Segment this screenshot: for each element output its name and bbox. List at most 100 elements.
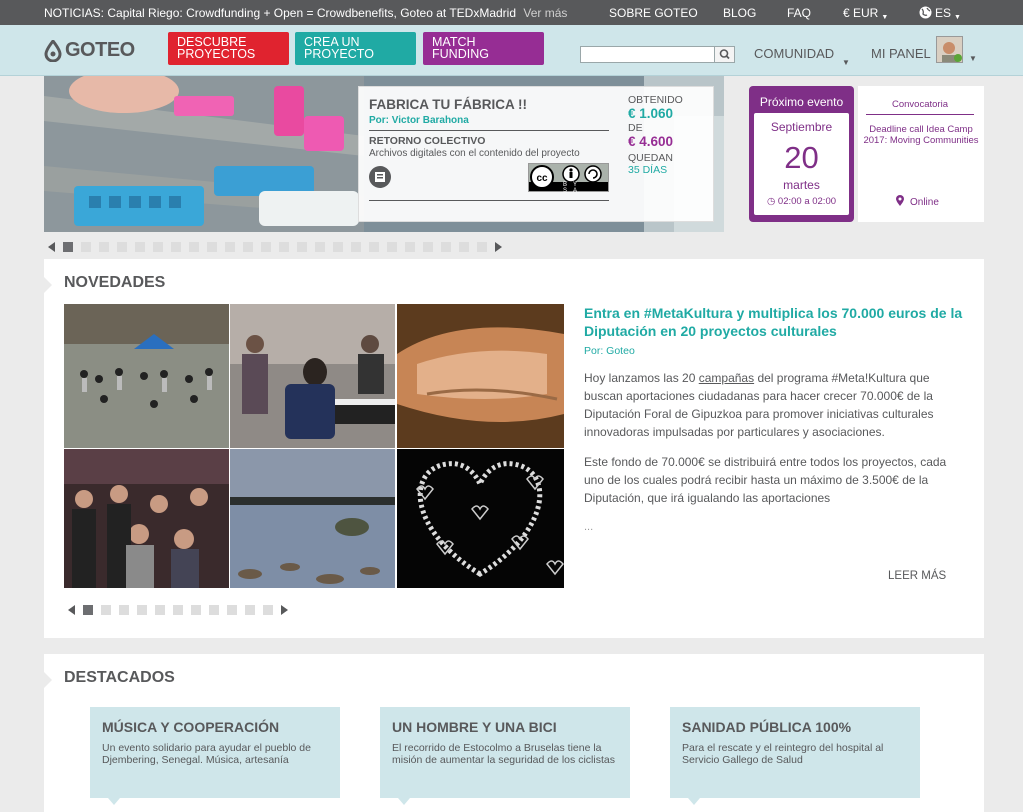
sobre-goteo-link[interactable]: SOBRE GOTEO bbox=[609, 6, 698, 20]
hero-slider-dot[interactable] bbox=[423, 242, 433, 252]
news-slider-dot[interactable] bbox=[191, 605, 201, 615]
event-heading: Próximo evento bbox=[759, 95, 844, 109]
hero-slider-dot[interactable] bbox=[477, 242, 487, 252]
hero-slider-dot[interactable] bbox=[261, 242, 271, 252]
hero-slider-prev-arrow-icon[interactable] bbox=[48, 242, 55, 252]
news-image-mosaic[interactable] bbox=[64, 304, 564, 588]
event-day: 20 bbox=[784, 140, 819, 175]
convocatoria-widget[interactable]: Convocatoria Deadline call Idea Camp 201… bbox=[858, 86, 984, 222]
section-title: NOVEDADES bbox=[64, 274, 166, 291]
hero-slider-dot[interactable] bbox=[207, 242, 217, 252]
news-slider-prev-arrow-icon[interactable] bbox=[68, 605, 75, 615]
featured-card[interactable]: UN HOMBRE Y UNA BICI El recorrido de Est… bbox=[380, 707, 630, 805]
news-more-link[interactable]: Ver más bbox=[523, 6, 567, 20]
chevron-down-icon: ▼ bbox=[881, 14, 889, 21]
card-description: El recorrido de Estocolmo a Bruselas tie… bbox=[392, 742, 615, 766]
featured-card[interactable]: SANIDAD PÚBLICA 100% Para el rescate y e… bbox=[670, 707, 920, 805]
globe-icon bbox=[919, 6, 932, 19]
crea-proyecto-button[interactable]: CREA UN PROYECTO bbox=[295, 32, 416, 65]
hero-slider-dot[interactable] bbox=[189, 242, 199, 252]
event-date-box[interactable]: Septiembre 20 martes ◷ 02:00 a 02:00 bbox=[754, 113, 849, 215]
news-slider-dot[interactable] bbox=[245, 605, 255, 615]
news-slider-dot[interactable] bbox=[101, 605, 111, 615]
hero-slider-dot[interactable] bbox=[351, 242, 361, 252]
news-slider-dot[interactable] bbox=[263, 605, 273, 615]
news-slider-dot[interactable] bbox=[209, 605, 219, 615]
news-headline[interactable]: Entra en #MetaKultura y multiplica los 7… bbox=[584, 304, 969, 340]
chevron-down-icon[interactable]: ▼ bbox=[969, 54, 977, 63]
hero-slider-dot[interactable] bbox=[225, 242, 235, 252]
news-text[interactable]: Capital Riego: Crowdfunding + Open = Cro… bbox=[107, 6, 516, 20]
search-input[interactable] bbox=[580, 46, 735, 63]
news-author[interactable]: Por: Goteo bbox=[584, 345, 635, 357]
descubre-proyectos-button[interactable]: DESCUBRE PROYECTOS bbox=[168, 32, 289, 65]
hero-slider-dot[interactable] bbox=[81, 242, 91, 252]
hero-slider-dot[interactable] bbox=[369, 242, 379, 252]
search-button[interactable] bbox=[714, 47, 734, 62]
card-pointer bbox=[398, 798, 410, 805]
quedan-label: QUEDAN bbox=[628, 152, 673, 164]
section-tab-marker bbox=[44, 277, 52, 293]
project-title[interactable]: FABRICA TU FÁBRICA !! bbox=[369, 97, 527, 112]
news-paragraph-1: Hoy lanzamos las 20 campañas del program… bbox=[584, 369, 964, 441]
hero-slider-dot[interactable] bbox=[117, 242, 127, 252]
hero-slider-dot[interactable] bbox=[279, 242, 289, 252]
hero-slider-dot[interactable] bbox=[405, 242, 415, 252]
card-title[interactable]: SANIDAD PÚBLICA 100% bbox=[682, 719, 851, 735]
hero-slider-dot[interactable] bbox=[243, 242, 253, 252]
news-slider-dot[interactable] bbox=[227, 605, 237, 615]
campaigns-link[interactable]: campañas bbox=[699, 371, 754, 385]
card-description: Para el rescate y el reintegro del hospi… bbox=[682, 742, 884, 766]
match-funding-button[interactable]: MATCH FUNDING bbox=[423, 32, 544, 65]
blog-link[interactable]: BLOG bbox=[723, 6, 756, 20]
comunidad-menu[interactable]: COMUNIDAD bbox=[754, 46, 834, 61]
return-description: Archivos digitales con el contenido del … bbox=[369, 148, 580, 159]
cc-license-badge[interactable]: cc BY SA bbox=[528, 163, 609, 194]
divider bbox=[369, 200, 609, 201]
svg-text:cc: cc bbox=[536, 173, 548, 184]
convocatoria-text[interactable]: Deadline call Idea Camp 2017: Moving Com… bbox=[862, 124, 980, 146]
clock-icon: ◷ bbox=[766, 196, 778, 207]
news-slider-dot[interactable] bbox=[83, 605, 93, 615]
news-bar: NOTICIAS: Capital Riego: Crowdfunding + … bbox=[0, 0, 1023, 25]
hero-slider-dot[interactable] bbox=[153, 242, 163, 252]
news-slider-dot[interactable] bbox=[119, 605, 129, 615]
card-title[interactable]: UN HOMBRE Y UNA BICI bbox=[392, 719, 557, 735]
hero-slider-dot[interactable] bbox=[387, 242, 397, 252]
featured-card[interactable]: MÚSICA Y COOPERACIÓN Un evento solidario… bbox=[90, 707, 340, 805]
language-label: ES bbox=[935, 6, 952, 20]
news-ticker[interactable]: NOTICIAS: Capital Riego: Crowdfunding + … bbox=[44, 6, 567, 20]
leer-mas-link[interactable]: LEER MÁS bbox=[888, 570, 946, 582]
card-title[interactable]: MÚSICA Y COOPERACIÓN bbox=[102, 719, 279, 735]
avatar[interactable] bbox=[936, 36, 963, 63]
hero-slider-dot[interactable] bbox=[135, 242, 145, 252]
next-event-widget[interactable]: Próximo evento Septiembre 20 martes ◷ 02… bbox=[749, 86, 854, 222]
hero-slider-dot[interactable] bbox=[171, 242, 181, 252]
news-slider-dot[interactable] bbox=[155, 605, 165, 615]
currency-selector[interactable]: € EUR ▼ bbox=[843, 6, 888, 21]
hero-slider-dot[interactable] bbox=[297, 242, 307, 252]
faq-link[interactable]: FAQ bbox=[787, 6, 811, 20]
event-month: Septiembre bbox=[770, 120, 833, 134]
hero-slider-dot[interactable] bbox=[441, 242, 451, 252]
featured-project-card[interactable]: FABRICA TU FÁBRICA !! Por: Victor Baraho… bbox=[358, 86, 714, 222]
photo-party-crowd bbox=[64, 449, 229, 588]
divider bbox=[369, 130, 609, 131]
hero-slider-nav bbox=[48, 242, 510, 252]
hero-slider-dot[interactable] bbox=[333, 242, 343, 252]
hero-slider-dot[interactable] bbox=[459, 242, 469, 252]
news-slider-dot[interactable] bbox=[173, 605, 183, 615]
chevron-down-icon[interactable]: ▼ bbox=[842, 58, 850, 67]
project-author[interactable]: Por: Victor Barahona bbox=[369, 115, 469, 126]
logo-text: GOTEO bbox=[65, 39, 135, 61]
de-label: DE bbox=[628, 122, 643, 134]
news-slider-dot[interactable] bbox=[137, 605, 147, 615]
hero-slider-dot[interactable] bbox=[99, 242, 109, 252]
goteo-logo[interactable]: GOTEO bbox=[44, 38, 135, 64]
news-slider-next-arrow-icon[interactable] bbox=[281, 605, 288, 615]
hero-slider-dot[interactable] bbox=[63, 242, 73, 252]
hero-slider-next-arrow-icon[interactable] bbox=[495, 242, 502, 252]
mi-panel-menu[interactable]: MI PANEL bbox=[871, 46, 931, 61]
hero-slider-dot[interactable] bbox=[315, 242, 325, 252]
language-selector[interactable]: ES ▼ bbox=[919, 6, 961, 21]
